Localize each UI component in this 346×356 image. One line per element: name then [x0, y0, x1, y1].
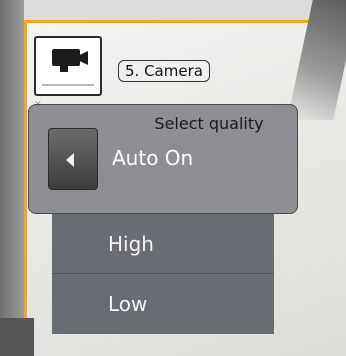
quality-current-value: Auto On: [112, 146, 194, 170]
bottom-left-strip: [0, 318, 34, 356]
triangle-left-icon: [66, 153, 74, 167]
quality-option-high[interactable]: High: [52, 214, 274, 274]
quality-option-low[interactable]: Low: [52, 274, 274, 334]
camera-thumbnail-button[interactable]: [34, 36, 102, 96]
video-background-top: [0, 0, 346, 20]
camera-name-label[interactable]: 5. Camera: [118, 60, 210, 82]
quality-previous-button[interactable]: [48, 128, 98, 190]
quality-options-list: High Low: [52, 214, 274, 334]
thumbnail-divider: [42, 84, 94, 86]
quality-selector-title: Select quality: [154, 114, 264, 133]
left-edge-strip: [0, 0, 24, 356]
viewport-top-border: [24, 20, 324, 23]
